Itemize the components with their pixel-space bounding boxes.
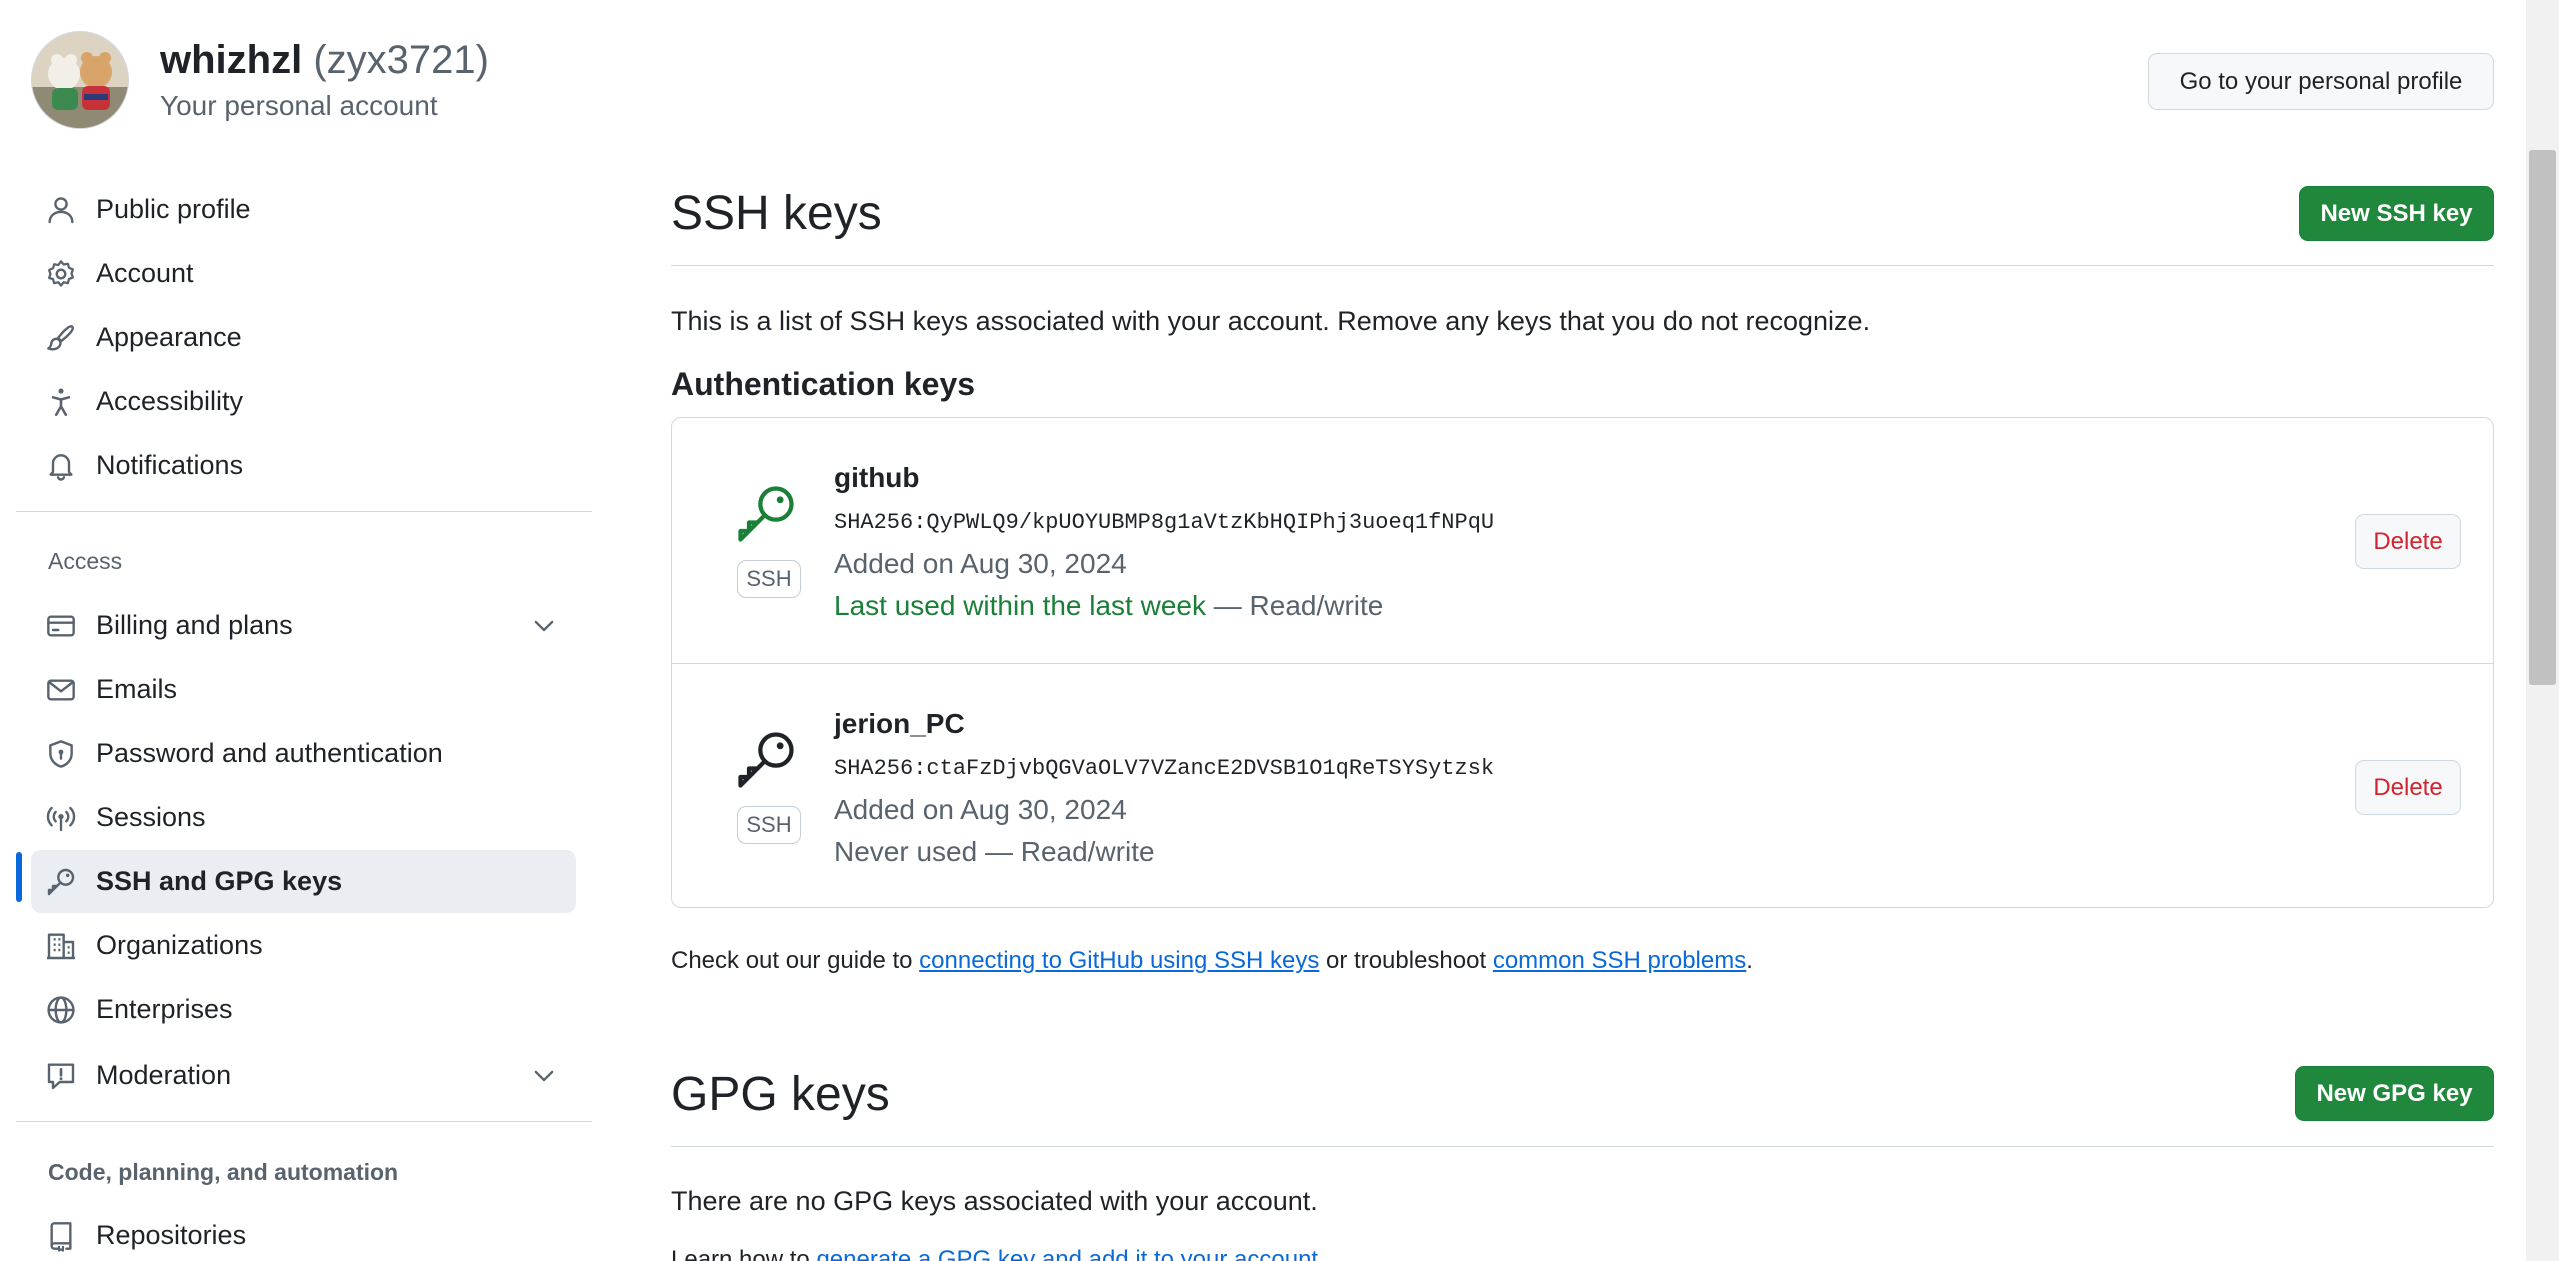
- key-fingerprint: SHA256:QyPWLQ9/kpUOYUBMP8g1aVtzKbHQIPhj3…: [834, 510, 1495, 535]
- sidebar-item-account[interactable]: Account: [31, 242, 576, 305]
- section-divider: [671, 265, 2494, 266]
- sidebar-item-label: Organizations: [96, 930, 263, 960]
- ssh-description: This is a list of SSH keys associated wi…: [671, 306, 1871, 336]
- mail-icon: [47, 679, 75, 701]
- sidebar-item-emails[interactable]: Emails: [31, 658, 576, 721]
- report-icon: [47, 1063, 75, 1090]
- login-name: (zyx3721): [313, 38, 489, 82]
- scrollbar-thumb[interactable]: [2529, 150, 2556, 685]
- person-icon: [48, 197, 74, 224]
- sidebar-item-label: Public profile: [96, 194, 251, 224]
- key-usage: Last used within the last week — Read/wr…: [834, 590, 1383, 622]
- bell-icon: [49, 454, 73, 481]
- sidebar-divider: [16, 1121, 592, 1122]
- active-indicator: [16, 852, 22, 902]
- ssh-troubleshoot-link[interactable]: common SSH problems: [1493, 947, 1746, 974]
- sidebar-item-label: SSH and GPG keys: [96, 866, 343, 896]
- guide-prefix: Check out our guide to: [671, 947, 920, 974]
- key-access-level: — Read/write: [977, 836, 1155, 867]
- chevron-down-icon[interactable]: [530, 612, 558, 640]
- sidebar-heading-code: Code, planning, and automation: [48, 1159, 399, 1185]
- sidebar-item-label: Repositories: [96, 1220, 247, 1250]
- sidebar-item-label: Appearance: [96, 322, 242, 352]
- account-name: whizhzl (zyx3721): [160, 38, 489, 83]
- sidebar-item-label: Moderation: [96, 1060, 232, 1090]
- ssh-badge: SSH: [737, 806, 801, 844]
- sidebar-item-label: Billing and plans: [96, 610, 293, 640]
- sidebar-heading-access: Access: [48, 548, 123, 574]
- go-to-profile-button[interactable]: Go to your personal profile: [2148, 53, 2494, 110]
- sidebar-item-appearance[interactable]: Appearance: [31, 306, 576, 369]
- key-title: github: [834, 462, 920, 493]
- sidebar-item-enterprises[interactable]: Enterprises: [31, 978, 576, 1041]
- ssh-guide-link[interactable]: connecting to GitHub using SSH keys: [919, 947, 1319, 974]
- paintbrush-icon: [47, 325, 74, 351]
- sidebar-item-accessibility[interactable]: Accessibility: [31, 370, 576, 433]
- sidebar-item-label: Account: [96, 258, 194, 288]
- authentication-keys-heading: Authentication keys: [671, 366, 976, 402]
- section-divider: [671, 1146, 2494, 1147]
- sidebar-item-billing[interactable]: Billing and plans: [31, 594, 576, 657]
- sidebar-item-password-authentication[interactable]: Password and authentication: [31, 722, 576, 785]
- sidebar-item-label: Password and authentication: [96, 738, 443, 768]
- key-fingerprint: SHA256:ctaFzDjvbQGVaOLV7VZancE2DVSB1O1qR…: [834, 756, 1495, 781]
- account-subtitle: Your personal account: [160, 90, 438, 121]
- gpg-empty-message: There are no GPG keys associated with yo…: [671, 1186, 1318, 1216]
- credit-card-icon: [47, 615, 75, 637]
- display-name: whizhzl: [160, 38, 303, 82]
- sidebar-item-label: Sessions: [96, 802, 206, 832]
- gpg-learn-link[interactable]: generate a GPG key and add it to your ac…: [816, 1246, 1318, 1261]
- sidebar-divider: [16, 511, 592, 512]
- ssh-badge: SSH: [737, 560, 801, 598]
- ssh-key-row: SSH github SHA256:QyPWLQ9/kpUOYUBMP8g1aV…: [672, 418, 2493, 663]
- sidebar-item-label: Accessibility: [96, 386, 244, 416]
- sidebar-item-label: Emails: [96, 674, 178, 704]
- ssh-key-row: SSH jerion_PC SHA256:ctaFzDjvbQGVaOLV7VZ…: [672, 663, 2493, 908]
- ssh-key-list: SSH github SHA256:QyPWLQ9/kpUOYUBMP8g1aV…: [671, 417, 2494, 908]
- delete-key-button[interactable]: Delete: [2355, 760, 2461, 815]
- gpg-learn-text: Learn how to generate a GPG key and add …: [671, 1246, 1325, 1261]
- sidebar-item-public-profile[interactable]: Public profile: [31, 178, 576, 241]
- globe-icon: [47, 996, 75, 1024]
- key-icon: [738, 732, 794, 788]
- new-gpg-key-button[interactable]: New GPG key: [2295, 1066, 2494, 1121]
- key-icon: [738, 486, 794, 542]
- key-icon: [47, 868, 75, 896]
- key-last-used: Never used: [834, 836, 978, 867]
- key-access-level: — Read/write: [1205, 590, 1384, 621]
- ssh-keys-title: SSH keys: [671, 187, 882, 240]
- sidebar-item-label: Notifications: [96, 450, 244, 480]
- sidebar-item-moderation[interactable]: Moderation: [31, 1044, 576, 1107]
- gear-icon: [48, 260, 74, 287]
- sidebar-item-sessions[interactable]: Sessions: [31, 786, 576, 849]
- ssh-guide-text: Check out our guide to connecting to Git…: [671, 947, 1753, 975]
- sidebar-item-notifications[interactable]: Notifications: [31, 434, 576, 497]
- sidebar-item-label: Enterprises: [96, 994, 233, 1024]
- key-added-date: Added on Aug 30, 2024: [834, 794, 1127, 825]
- avatar[interactable]: [31, 31, 129, 129]
- organization-icon: [47, 933, 75, 960]
- repo-icon: [50, 1222, 72, 1252]
- key-last-used: Last used within the last week: [834, 590, 1206, 621]
- sidebar-item-organizations[interactable]: Organizations: [31, 914, 576, 977]
- gpg-keys-title: GPG keys: [671, 1068, 890, 1121]
- key-title: jerion_PC: [834, 708, 965, 739]
- learn-prefix: Learn how to: [671, 1246, 817, 1261]
- key-added-date: Added on Aug 30, 2024: [834, 548, 1127, 579]
- sidebar-item-repositories[interactable]: Repositories: [31, 1204, 576, 1261]
- new-ssh-key-button[interactable]: New SSH key: [2299, 186, 2494, 241]
- shield-lock-icon: [49, 740, 73, 768]
- chevron-down-icon[interactable]: [530, 1062, 558, 1090]
- delete-key-button[interactable]: Delete: [2355, 514, 2461, 569]
- learn-suffix: .: [1318, 1246, 1325, 1261]
- guide-middle: or troubleshoot: [1319, 947, 1493, 974]
- key-usage: Never used — Read/write: [834, 836, 1155, 868]
- guide-suffix: .: [1746, 947, 1753, 974]
- accessibility-icon: [51, 388, 71, 417]
- sidebar-item-ssh-gpg-keys[interactable]: SSH and GPG keys: [31, 850, 576, 913]
- broadcast-icon: [46, 806, 76, 832]
